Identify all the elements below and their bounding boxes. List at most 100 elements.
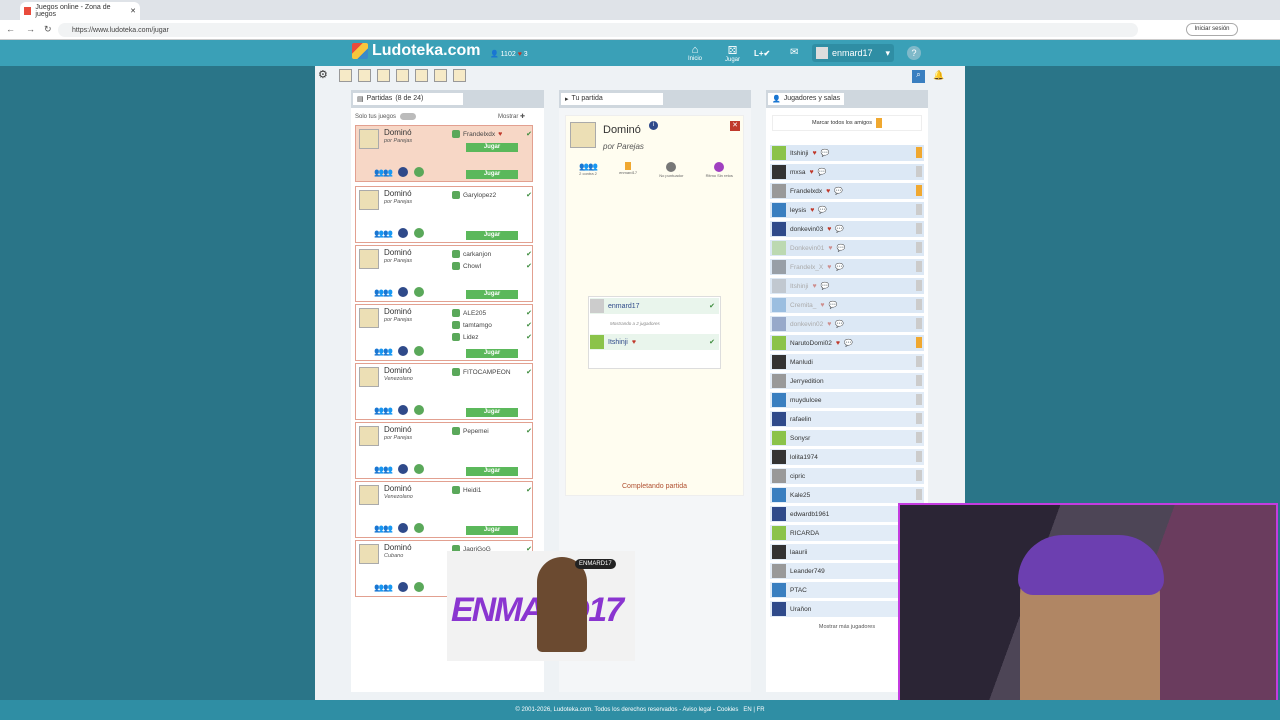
info-icon[interactable]: i <box>649 121 658 130</box>
chat-icon[interactable]: 💬 <box>821 149 830 157</box>
player-row[interactable]: NarutoDomi02 ♥ 💬 <box>770 335 924 351</box>
bookmark-icon[interactable] <box>916 413 922 424</box>
chat-icon[interactable]: 💬 <box>834 187 843 195</box>
bookmark-icon[interactable] <box>916 451 922 462</box>
player-row[interactable]: mxsa ♥ 💬 <box>770 164 924 180</box>
chat-icon[interactable]: 💬 <box>818 206 827 214</box>
player-row-enmard17[interactable]: enmard17 ✔ <box>590 298 719 314</box>
search-icon[interactable]: ⌕ <box>912 70 925 83</box>
bookmark-icon[interactable] <box>916 299 922 310</box>
player-row-itshinji[interactable]: Itshinji ♥ ✔ <box>590 334 719 350</box>
game-icon-5[interactable] <box>414 68 428 82</box>
game-icon-6[interactable] <box>433 68 447 82</box>
reload-icon[interactable]: ↻ <box>44 24 52 35</box>
chat-icon[interactable]: 💬 <box>821 282 830 290</box>
player-row[interactable]: Frandelxdx ♥ 💬 <box>770 183 924 199</box>
player-row[interactable]: donkevin03 ♥ 💬 <box>770 221 924 237</box>
signin-button[interactable]: Iniciar sesión <box>1186 23 1238 36</box>
jugar-button[interactable]: Jugar <box>466 408 518 417</box>
player-row[interactable]: Cremita_ ♥ 💬 <box>770 297 924 313</box>
bookmark-icon[interactable] <box>916 242 922 253</box>
footer-langs[interactable]: EN | FR <box>743 707 764 713</box>
game-card[interactable]: Dominó por Parejas Garylopez2 ✔ Jugar 👥👥 <box>355 186 533 243</box>
bookmark-icon[interactable] <box>916 489 922 500</box>
close-icon[interactable]: ✕ <box>730 121 740 131</box>
player-row[interactable]: muydulcee <box>770 392 924 408</box>
player-row[interactable]: Donkevin01 ♥ 💬 <box>770 240 924 256</box>
bell-icon[interactable]: 🔔 <box>933 70 944 81</box>
game-card[interactable]: Dominó por Parejas Frandelxdx ♥ ✔ Jugar Juga… <box>355 125 533 182</box>
mark-all-friends-button[interactable]: Marcar todos los amigos <box>772 115 922 131</box>
player-row[interactable]: lolita1974 <box>770 449 924 465</box>
chat-icon[interactable]: 💬 <box>835 263 844 271</box>
game-icon-2[interactable] <box>357 68 371 82</box>
bookmark-icon[interactable] <box>916 147 922 158</box>
player-row[interactable]: Manludi <box>770 354 924 370</box>
game-card[interactable]: Dominó Venezolano FITOCAMPEON ✔ Jugar 👥👥 <box>355 363 533 420</box>
bookmark-icon[interactable] <box>916 318 922 329</box>
site-logo[interactable]: Ludoteka.com <box>352 42 480 60</box>
settings-icon[interactable]: ⚙ <box>318 69 328 81</box>
bookmark-icon[interactable] <box>916 432 922 443</box>
game-card[interactable]: Dominó por Parejas carkanjon ✔ Chowl ✔ Jugar… <box>355 245 533 302</box>
bookmark-icon[interactable] <box>916 223 922 234</box>
player-row[interactable]: cipric <box>770 468 924 484</box>
card-game-sub: por Parejas <box>384 317 413 323</box>
user-menu[interactable]: enmard17 ▾ <box>812 44 894 62</box>
game-icon-1[interactable] <box>338 68 352 82</box>
url-input[interactable]: https://www.ludoteka.com/jugar <box>58 23 1138 37</box>
bookmark-icon[interactable] <box>916 375 922 386</box>
bookmark-icon[interactable] <box>916 394 922 405</box>
player-row[interactable]: Frandelx_X ♥ 💬 <box>770 259 924 275</box>
game-icon-7[interactable] <box>452 68 466 82</box>
player-row[interactable]: Kale25 <box>770 487 924 503</box>
close-tab-icon[interactable]: ✕ <box>130 7 136 15</box>
game-icon-4[interactable] <box>395 68 409 82</box>
jugar-button[interactable]: Jugar <box>466 526 518 535</box>
help-icon[interactable]: ? <box>907 46 921 60</box>
nav-inicio[interactable]: ⌂ Inicio <box>688 44 702 62</box>
logo-text: Ludoteka.com <box>372 42 481 59</box>
game-card[interactable]: Dominó Venezolano Heidi1 ✔ Jugar 👥👥 <box>355 481 533 538</box>
chat-icon[interactable]: 💬 <box>836 244 845 252</box>
chat-icon[interactable]: 💬 <box>835 225 844 233</box>
mostrar-button[interactable]: Mostrar ✚ <box>498 113 525 120</box>
streamer-illustration <box>537 557 587 652</box>
bookmark-icon[interactable] <box>916 356 922 367</box>
jugar-button[interactable]: Jugar <box>466 467 518 476</box>
game-icon-3[interactable] <box>376 68 390 82</box>
bookmark-icon[interactable] <box>916 261 922 272</box>
player-row[interactable]: leysis ♥ 💬 <box>770 202 924 218</box>
player-row[interactable]: Itshinji ♥ 💬 <box>770 278 924 294</box>
jugar-button[interactable]: Jugar <box>466 231 518 240</box>
bookmark-icon[interactable] <box>916 337 922 348</box>
chat-icon[interactable]: 💬 <box>818 168 827 176</box>
bookmark-icon[interactable] <box>916 280 922 291</box>
player-row[interactable]: rafaelin <box>770 411 924 427</box>
chat-icon[interactable]: 💬 <box>829 301 838 309</box>
jugar-button[interactable]: Jugar <box>466 290 518 299</box>
card-game-sub: por Parejas <box>384 199 413 205</box>
nav-jugar[interactable]: ⚄ Jugar <box>725 44 740 63</box>
player-row[interactable]: Itshinji ♥ 💬 <box>770 145 924 161</box>
solo-toggle[interactable] <box>400 113 417 120</box>
forward-icon[interactable]: → <box>26 24 35 34</box>
jugar-button[interactable]: Jugar <box>466 143 518 152</box>
player-row[interactable]: donkevin02 ♥ 💬 <box>770 316 924 332</box>
bookmark-icon[interactable] <box>916 470 922 481</box>
mail-icon[interactable]: ✉ <box>790 47 798 58</box>
player-row[interactable]: Jerryedition <box>770 373 924 389</box>
back-icon[interactable]: ← <box>6 24 15 34</box>
jugar-button[interactable]: Jugar <box>466 349 518 358</box>
chat-icon[interactable]: 💬 <box>844 339 853 347</box>
jugar-button[interactable]: Jugar <box>466 170 518 179</box>
chat-icon[interactable]: 💬 <box>835 320 844 328</box>
game-card[interactable]: Dominó por Parejas Pepemei ✔ Jugar 👥👥 <box>355 422 533 479</box>
bookmark-icon[interactable] <box>916 204 922 215</box>
player-row[interactable]: Sonysr <box>770 430 924 446</box>
lplus-icon[interactable]: L+✔ <box>754 49 770 58</box>
bookmark-icon[interactable] <box>916 185 922 196</box>
bookmark-icon[interactable] <box>916 166 922 177</box>
browser-tab[interactable]: Juegos online - Zona de juegos ✕ <box>20 2 140 20</box>
game-card[interactable]: Dominó por Parejas ALE205 ✔ tamtamgo ✔ Lidez… <box>355 304 533 361</box>
